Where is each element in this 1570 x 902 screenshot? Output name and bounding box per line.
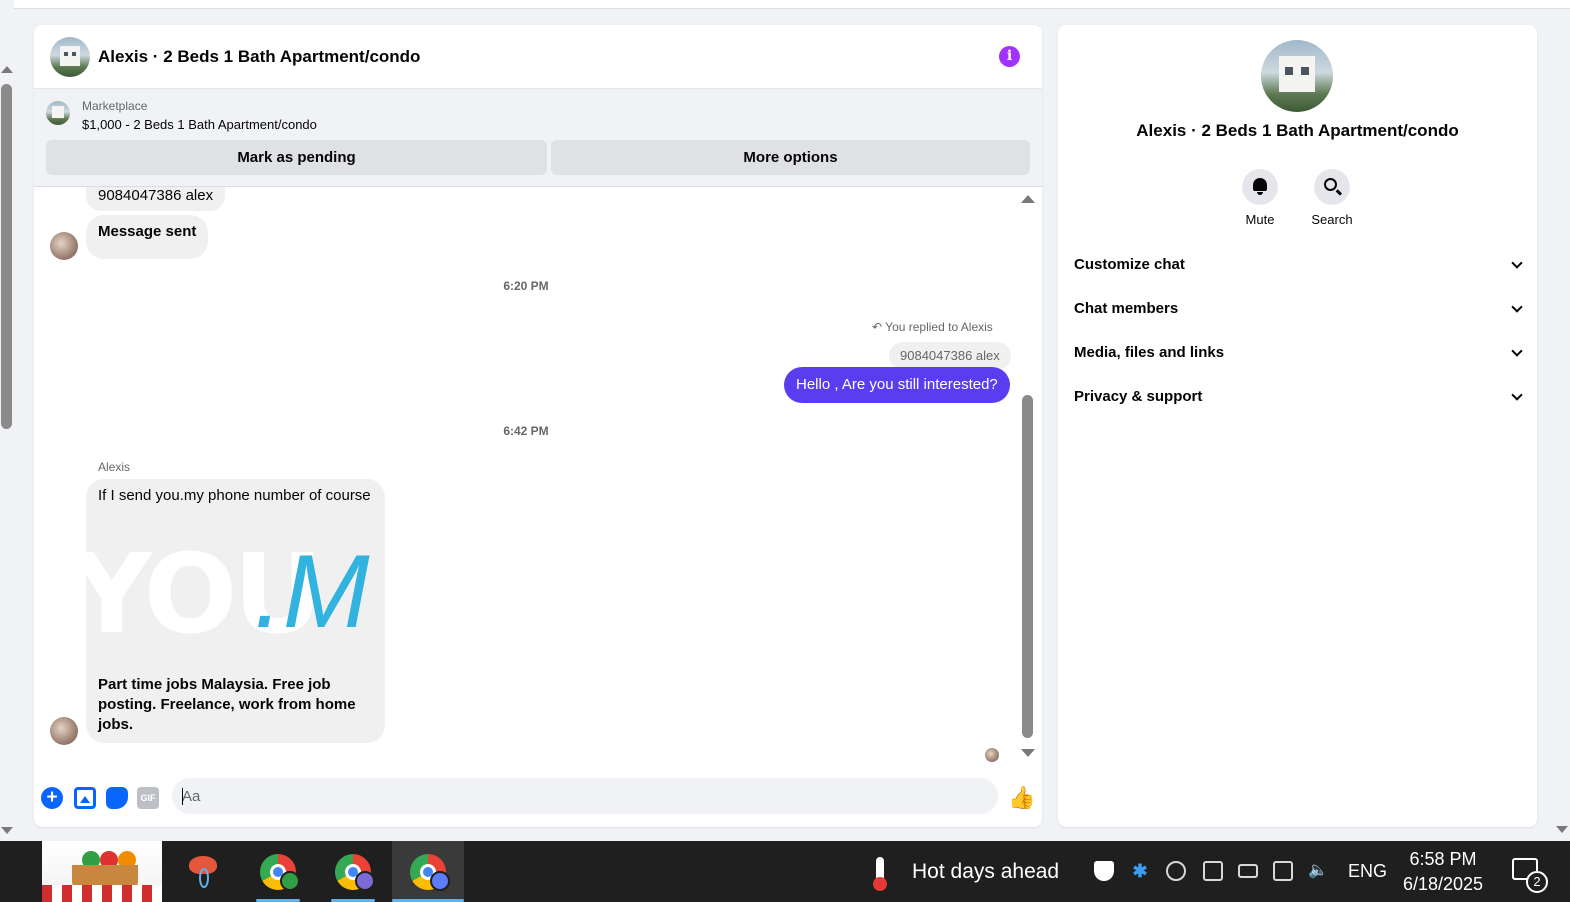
- picnic-cloth: [42, 885, 162, 902]
- chat-panel: Alexis · 2 Beds 1 Bath Apartment/condo i…: [34, 25, 1042, 827]
- marketplace-banner: Marketplace $1,000 - 2 Beds 1 Bath Apart…: [34, 89, 1042, 187]
- section-customize-chat[interactable]: Customize chat: [1074, 247, 1523, 283]
- scroll-down-arrow-icon[interactable]: [1, 827, 13, 834]
- listing-avatar[interactable]: [50, 37, 90, 77]
- scroll-up-arrow-icon[interactable]: [1, 66, 13, 73]
- volume-icon[interactable]: 🔈: [1308, 861, 1328, 881]
- replied-indicator: ↶ You replied to Alexis: [872, 320, 993, 334]
- chevron-down-icon: [1511, 301, 1523, 313]
- message-list: 9084047386 alex Message sent 6:20 PM ↶ Y…: [34, 187, 1042, 767]
- link-preview-image[interactable]: YOU .M: [86, 519, 385, 669]
- chat-header: Alexis · 2 Beds 1 Bath Apartment/condo i: [34, 25, 1042, 89]
- conversation-details-panel: Alexis · 2 Beds 1 Bath Apartment/condo M…: [1058, 25, 1537, 827]
- page-scrollbar[interactable]: [0, 60, 14, 835]
- chevron-down-icon: [1511, 257, 1523, 269]
- mute-button[interactable]: Mute: [1230, 169, 1290, 227]
- network-icon[interactable]: [1273, 861, 1293, 881]
- thumbs-up-icon[interactable]: 👍: [1008, 785, 1035, 811]
- sender-avatar[interactable]: [50, 717, 78, 745]
- battery-icon[interactable]: [1238, 864, 1258, 878]
- section-label: Privacy & support: [1074, 388, 1203, 405]
- text-caret: [182, 788, 183, 805]
- notification-count-badge: 2: [1526, 871, 1548, 893]
- section-label: Media, files and links: [1074, 344, 1225, 361]
- photo-icon[interactable]: [74, 787, 96, 809]
- more-options-button[interactable]: More options: [551, 140, 1030, 175]
- section-label: Chat members: [1074, 300, 1179, 317]
- chat-scrollbar[interactable]: [1020, 187, 1036, 769]
- top-strip: [14, 0, 1570, 9]
- link-preview-description[interactable]: Part time jobs Malaysia. Free job postin…: [98, 675, 373, 735]
- clock[interactable]: 6:58 PM 6/18/2025: [1396, 847, 1490, 897]
- message-input-wrapper[interactable]: ☺: [172, 778, 998, 814]
- plus-icon[interactable]: +: [41, 787, 63, 809]
- bell-icon: [1253, 178, 1267, 195]
- chat-scroll-up-icon[interactable]: [1021, 195, 1035, 203]
- message-composer: + GIF ☺ 👍: [34, 769, 1042, 827]
- edge-scroll-down-icon[interactable]: [1556, 826, 1568, 833]
- mute-label: Mute: [1245, 212, 1275, 227]
- widgets-button[interactable]: [42, 841, 162, 902]
- profile-badge: [355, 871, 375, 891]
- quoted-message[interactable]: 9084047386 alex: [889, 342, 1011, 370]
- thermometer-icon: [873, 857, 887, 891]
- mark-as-pending-button[interactable]: Mark as pending: [46, 140, 547, 175]
- conversation-avatar[interactable]: [1261, 40, 1333, 112]
- marketplace-listing-thumb[interactable]: [46, 101, 70, 125]
- sent-message-bubble[interactable]: Hello , Are you still interested?: [784, 367, 1010, 403]
- chevron-down-icon: [1511, 345, 1523, 357]
- info-icon[interactable]: i: [999, 46, 1020, 67]
- taskbar-chrome-2[interactable]: [317, 841, 389, 902]
- scroll-thumb[interactable]: [1, 84, 12, 429]
- chat-scroll-thumb[interactable]: [1022, 395, 1033, 738]
- section-media-files-links[interactable]: Media, files and links: [1074, 335, 1523, 371]
- snipping-tool-icon[interactable]: [187, 854, 219, 888]
- chat-title[interactable]: Alexis · 2 Beds 1 Bath Apartment/condo: [98, 47, 420, 67]
- taskbar-chrome-1[interactable]: [242, 841, 314, 902]
- search-icon: [1324, 178, 1337, 191]
- language-indicator[interactable]: ENG: [1348, 861, 1387, 882]
- clock-time: 6:58 PM: [1409, 849, 1477, 869]
- timestamp: 6:42 PM: [503, 424, 549, 438]
- section-chat-members[interactable]: Chat members: [1074, 291, 1523, 327]
- weather-text: Hot days ahead: [912, 860, 1060, 883]
- timestamp: 6:20 PM: [503, 279, 549, 293]
- link-preview-message[interactable]: If I send you.my phone number of course …: [86, 479, 385, 743]
- reply-icon: ↶: [872, 320, 886, 334]
- search-label: Search: [1311, 212, 1353, 227]
- chevron-down-icon: [1511, 389, 1523, 401]
- sender-name: Alexis: [98, 460, 131, 474]
- chat-scroll-down-icon[interactable]: [1021, 749, 1035, 757]
- message-input[interactable]: [182, 778, 952, 814]
- taskbar: Hot days ahead ✱ 🔈 ENG 6:58 PM 6/18/2025…: [0, 841, 1570, 902]
- section-label: Customize chat: [1074, 256, 1185, 273]
- message-bubble[interactable]: 9084047386 alex: [86, 187, 226, 211]
- sender-avatar[interactable]: [50, 232, 78, 260]
- profile-badge: [280, 871, 300, 891]
- profile-badge: [430, 871, 450, 891]
- gif-icon[interactable]: GIF: [137, 787, 159, 809]
- marketplace-label: Marketplace: [82, 99, 148, 113]
- security-shield-icon[interactable]: [1094, 861, 1114, 881]
- onedrive-icon[interactable]: [1166, 861, 1186, 881]
- message-text: If I send you.my phone number of course: [98, 487, 371, 504]
- meet-icon[interactable]: [1203, 861, 1223, 881]
- listing-title[interactable]: $1,000 - 2 Beds 1 Bath Apartment/condo: [82, 117, 317, 132]
- weather-widget[interactable]: Hot days ahead: [866, 855, 1066, 891]
- replied-label: You replied to Alexis: [885, 320, 993, 334]
- search-button[interactable]: Search: [1302, 169, 1362, 227]
- section-privacy-support[interactable]: Privacy & support: [1074, 379, 1523, 415]
- sticker-icon[interactable]: [106, 787, 128, 809]
- message-bubble[interactable]: Message sent: [86, 215, 209, 259]
- preview-logo-text-accent: .M: [254, 534, 370, 650]
- bluetooth-icon[interactable]: ✱: [1130, 861, 1150, 881]
- conversation-title: Alexis · 2 Beds 1 Bath Apartment/condo: [1136, 121, 1459, 140]
- seen-avatar: [985, 748, 999, 762]
- taskbar-chrome-3[interactable]: [392, 841, 464, 902]
- clock-date: 6/18/2025: [1402, 874, 1484, 894]
